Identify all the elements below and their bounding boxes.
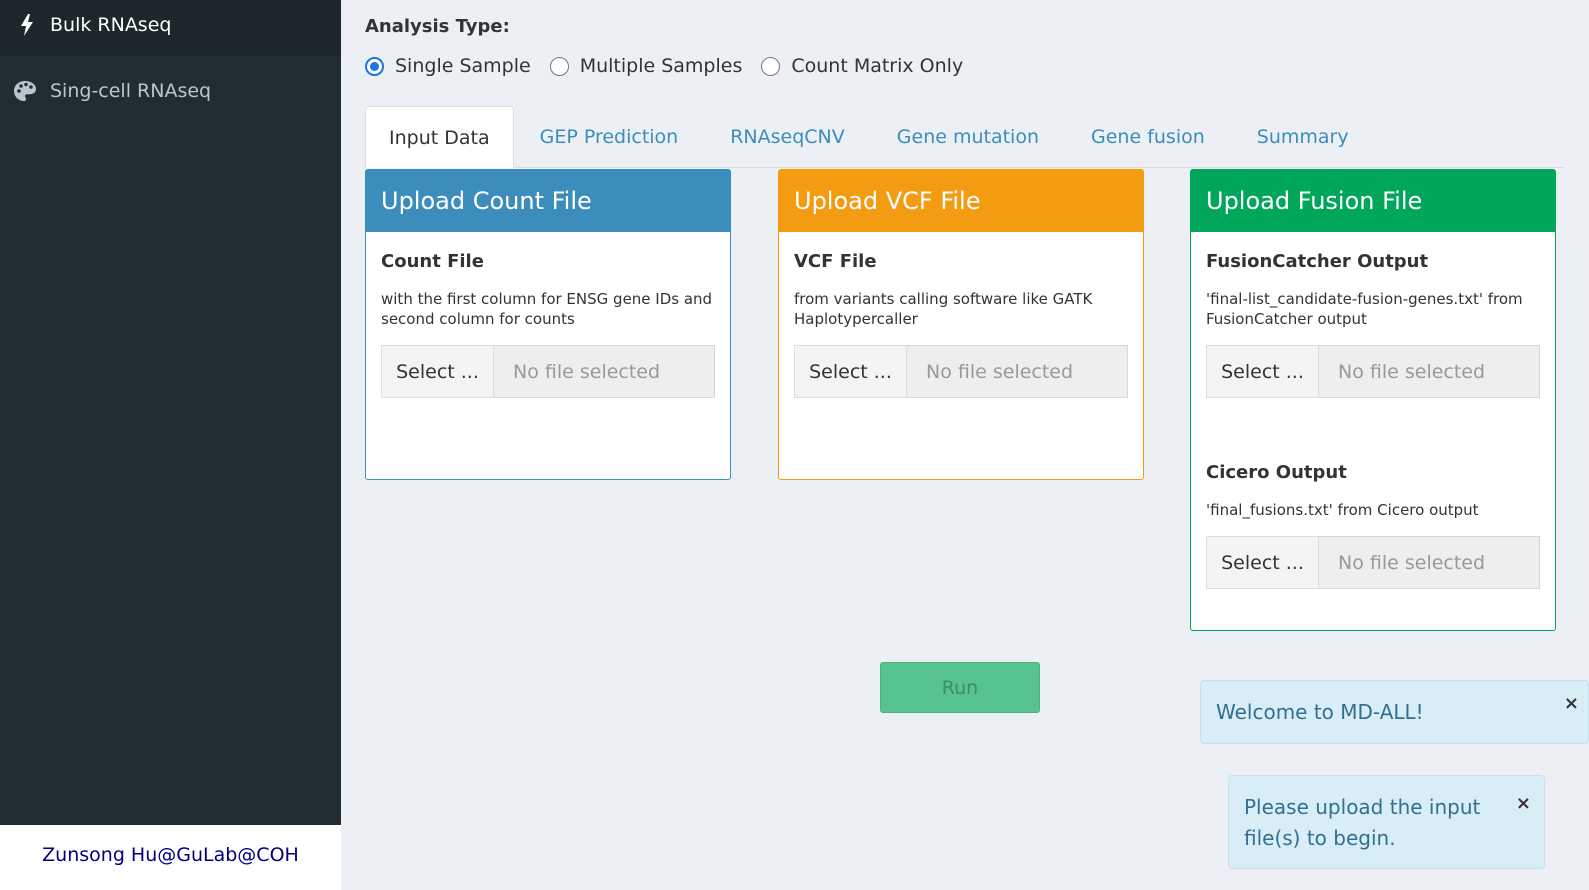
upload-vcf-file-box: Upload VCF File VCF File from variants c… [778,169,1144,480]
vcf-file-input[interactable]: Select ... No file selected [794,345,1128,398]
footer-credit: Zunsong Hu@GuLab@COH [42,843,299,866]
notification-text: Welcome to MD-ALL! [1216,700,1424,724]
tab-gep-prediction[interactable]: GEP Prediction [514,106,705,168]
fusioncatcher-file-input[interactable]: Select ... No file selected [1206,345,1540,398]
notification-upload-prompt: Please upload the input file(s) to begin… [1228,775,1545,869]
radio-button[interactable] [365,56,384,76]
close-icon[interactable]: × [1564,693,1579,714]
analysis-type-label: Analysis Type: [365,16,510,37]
close-icon[interactable]: × [1516,788,1531,819]
file-name-display: No file selected [1319,345,1540,398]
sidebar-item-label: Bulk RNAseq [50,14,172,36]
radio-button[interactable] [761,56,781,76]
notification-text: Please upload the input file(s) to begin… [1244,795,1481,850]
box-title: Upload VCF File [779,170,1143,232]
count-file-input[interactable]: Select ... No file selected [381,345,715,398]
radio-count-matrix-only[interactable]: Count Matrix Only [761,55,963,77]
tab-gene-mutation[interactable]: Gene mutation [871,106,1065,168]
select-file-button[interactable]: Select ... [1206,536,1319,589]
file-name-display: No file selected [907,345,1128,398]
radio-multiple-samples[interactable]: Multiple Samples [549,55,743,77]
field-label: FusionCatcher Output [1206,251,1429,272]
select-file-button[interactable]: Select ... [1206,345,1319,398]
analysis-type-radio-group: Single Sample Multiple Samples Count Mat… [365,55,982,77]
radio-label: Count Matrix Only [791,55,964,77]
radio-label: Multiple Samples [579,55,743,77]
main-content: Analysis Type: Single Sample Multiple Sa… [341,0,1589,890]
bolt-icon [0,14,50,36]
field-description: from variants calling software like GATK… [794,290,1093,328]
field-description: 'final-list_candidate-fusion-genes.txt' … [1206,290,1523,328]
cicero-file-input[interactable]: Select ... No file selected [1206,536,1540,589]
sidebar-item-sing-cell-rnaseq[interactable]: Sing-cell RNAseq [0,63,341,119]
tab-summary[interactable]: Summary [1231,106,1375,168]
select-file-button[interactable]: Select ... [381,345,494,398]
radio-button[interactable] [549,56,569,76]
field-label: Count File [381,251,484,272]
tab-bar: Input Data GEP Prediction RNAseqCNV Gene… [365,106,1375,168]
field-label: VCF File [794,251,877,272]
box-title: Upload Fusion File [1191,170,1555,232]
tab-gene-fusion[interactable]: Gene fusion [1065,106,1231,168]
field-description: with the first column for ENSG gene IDs … [381,290,713,328]
notification-welcome: Welcome to MD-ALL! × [1200,680,1589,744]
radio-label: Single Sample [395,55,531,77]
run-button[interactable]: Run [880,662,1040,713]
field-description: 'final_fusions.txt' from Cicero output [1206,501,1479,519]
file-name-display: No file selected [1319,536,1540,589]
file-name-display: No file selected [494,345,715,398]
select-file-button[interactable]: Select ... [794,345,907,398]
sidebar-footer: Zunsong Hu@GuLab@COH [0,825,341,890]
sidebar-item-bulk-rnaseq[interactable]: Bulk RNAseq [0,0,341,56]
box-title: Upload Count File [366,170,730,232]
sidebar-item-label: Sing-cell RNAseq [50,80,212,102]
radio-single-sample[interactable]: Single Sample [365,55,531,77]
sidebar: Bulk RNAseq Sing-cell RNAseq Zunsong Hu@… [0,0,341,890]
upload-count-file-box: Upload Count File Count File with the fi… [365,169,731,480]
field-label: Cicero Output [1206,462,1347,483]
palette-icon [0,80,50,102]
tab-rnaseqcnv[interactable]: RNAseqCNV [704,106,871,168]
upload-fusion-file-box: Upload Fusion File FusionCatcher Output … [1190,169,1556,631]
tab-input-data[interactable]: Input Data [365,106,514,168]
